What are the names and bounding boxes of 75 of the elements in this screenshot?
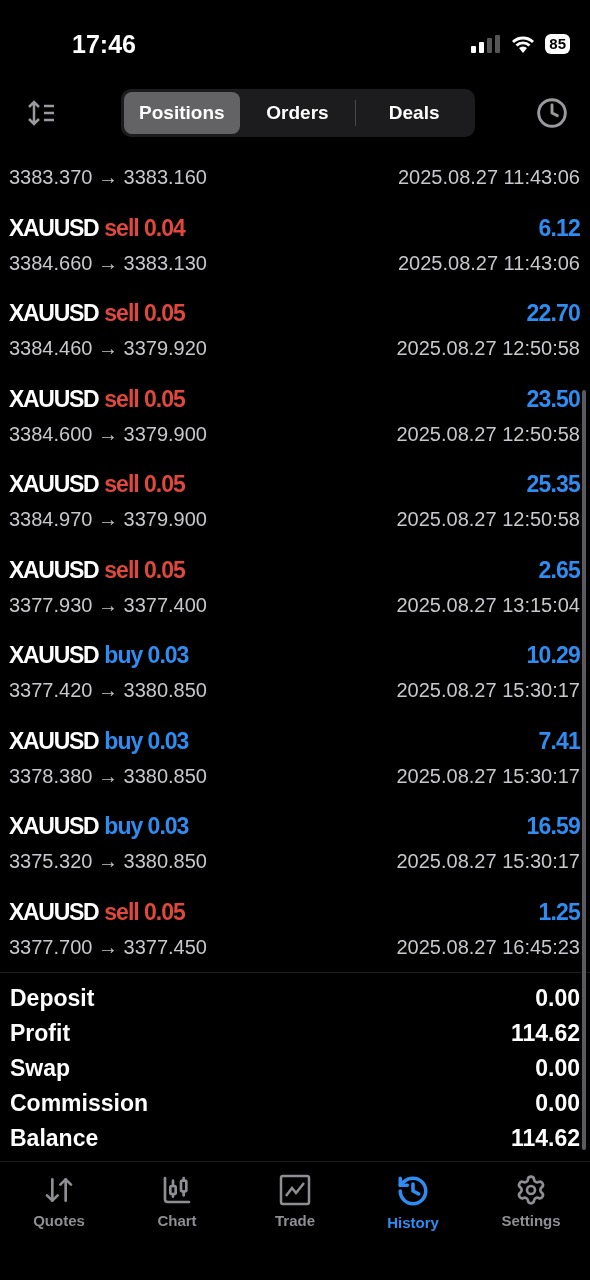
deal-side: buy 0.03: [104, 727, 189, 755]
line-chart-icon: [279, 1174, 311, 1206]
deal-time: 2025.08.27 11:43:06: [397, 166, 580, 189]
deal-time: 2025.08.27 12:50:58: [396, 508, 580, 531]
deal-time: 2025.08.27 13:15:04: [396, 593, 580, 617]
deal-symbol: XAUUSD: [9, 813, 99, 840]
summary-value: 0.00: [535, 1055, 580, 1082]
tab-bar-item[interactable]: History: [354, 1174, 472, 1250]
price-range: 3377.930 → 3377.400: [9, 593, 207, 617]
price-range: 3384.460 → 3379.920: [9, 337, 207, 360]
history-icon: [396, 1174, 430, 1208]
price-range: 3378.380 → 3380.850: [9, 764, 207, 788]
summary-label: Profit: [10, 1020, 71, 1047]
sort-icon[interactable]: [26, 100, 56, 126]
deal-symbol: XAUUSD: [9, 385, 99, 413]
price-range: 3377.700 → 3377.450: [9, 935, 207, 959]
summary-value: 0.00: [535, 985, 580, 1012]
candlestick-icon: [161, 1174, 193, 1206]
deal-profit: 6.12: [538, 214, 580, 242]
summary-label: Balance: [10, 1125, 99, 1152]
deal-side: buy 0.03: [104, 813, 189, 840]
deal-symbol: XAUUSD: [9, 214, 99, 242]
deal-time: 2025.08.27 12:50:58: [396, 337, 580, 360]
deal-symbol: XAUUSD: [9, 300, 99, 327]
deal-profit: 23.50: [526, 385, 580, 413]
deal-side: sell 0.05: [104, 300, 185, 327]
summary-label: Deposit: [10, 985, 95, 1012]
clock-icon[interactable]: [536, 97, 568, 129]
deal-side: buy 0.03: [104, 642, 189, 669]
deal-time: 2025.08.27 15:30:17: [396, 850, 580, 873]
summary-label: Swap: [10, 1055, 71, 1082]
deal-profit: 1.25: [538, 898, 580, 926]
deal-time: 2025.08.27 16:45:23: [396, 935, 580, 959]
segment-tab[interactable]: Orders: [239, 92, 356, 134]
deal-side: sell 0.05: [104, 471, 185, 498]
deal-side: sell 0.04: [104, 214, 185, 242]
deal-symbol: XAUUSD: [9, 642, 99, 669]
summary-value: 114.62: [510, 1125, 580, 1152]
deal-side: sell 0.05: [104, 556, 185, 584]
tab-bar-item[interactable]: Settings: [472, 1174, 590, 1250]
deal-side: sell 0.05: [104, 385, 185, 413]
deal-time: 2025.08.27 11:43:06: [397, 251, 580, 275]
deal-profit: 16.59: [526, 813, 580, 840]
wifi-icon: [511, 35, 536, 53]
battery-level: 85: [545, 34, 570, 54]
deal-symbol: XAUUSD: [9, 471, 99, 498]
status-time: 17:46: [72, 29, 136, 59]
segment-tab[interactable]: Deals: [356, 92, 472, 134]
price-range: 3383.370 → 3383.160: [9, 166, 207, 189]
settings-icon: [515, 1174, 547, 1206]
deal-symbol: XAUUSD: [9, 898, 99, 926]
tab-bar-item[interactable]: Quotes: [0, 1174, 118, 1250]
deal-side: sell 0.05: [104, 898, 185, 926]
deal-time: 2025.08.27 15:30:17: [396, 764, 580, 788]
price-range: 3375.320 → 3380.850: [9, 850, 207, 873]
deal-profit: 10.29: [526, 642, 580, 669]
signal-icon: [471, 35, 502, 53]
deal-time: 2025.08.27 15:30:17: [396, 679, 580, 702]
segment-tab[interactable]: Positions: [124, 92, 240, 134]
price-range: 3377.420 → 3380.850: [9, 679, 207, 702]
price-range: 3384.600 → 3379.900: [9, 422, 207, 446]
deal-profit: 7.41: [538, 727, 580, 755]
summary-value: 114.62: [510, 1020, 580, 1047]
deal-time: 2025.08.27 12:50:58: [396, 422, 580, 446]
deal-profit: 2.65: [538, 556, 580, 584]
summary-value: 0.00: [535, 1090, 580, 1117]
summary-label: Commission: [10, 1090, 149, 1117]
price-range: 3384.970 → 3379.900: [9, 508, 207, 531]
deal-profit: 25.35: [526, 471, 580, 498]
deal-symbol: XAUUSD: [9, 727, 99, 755]
tab-bar-item[interactable]: Chart: [118, 1174, 236, 1250]
deal-profit: 22.70: [526, 300, 580, 327]
price-range: 3384.660 → 3383.130: [9, 251, 207, 275]
deal-symbol: XAUUSD: [9, 556, 99, 584]
tab-bar-item[interactable]: Trade: [236, 1174, 354, 1250]
